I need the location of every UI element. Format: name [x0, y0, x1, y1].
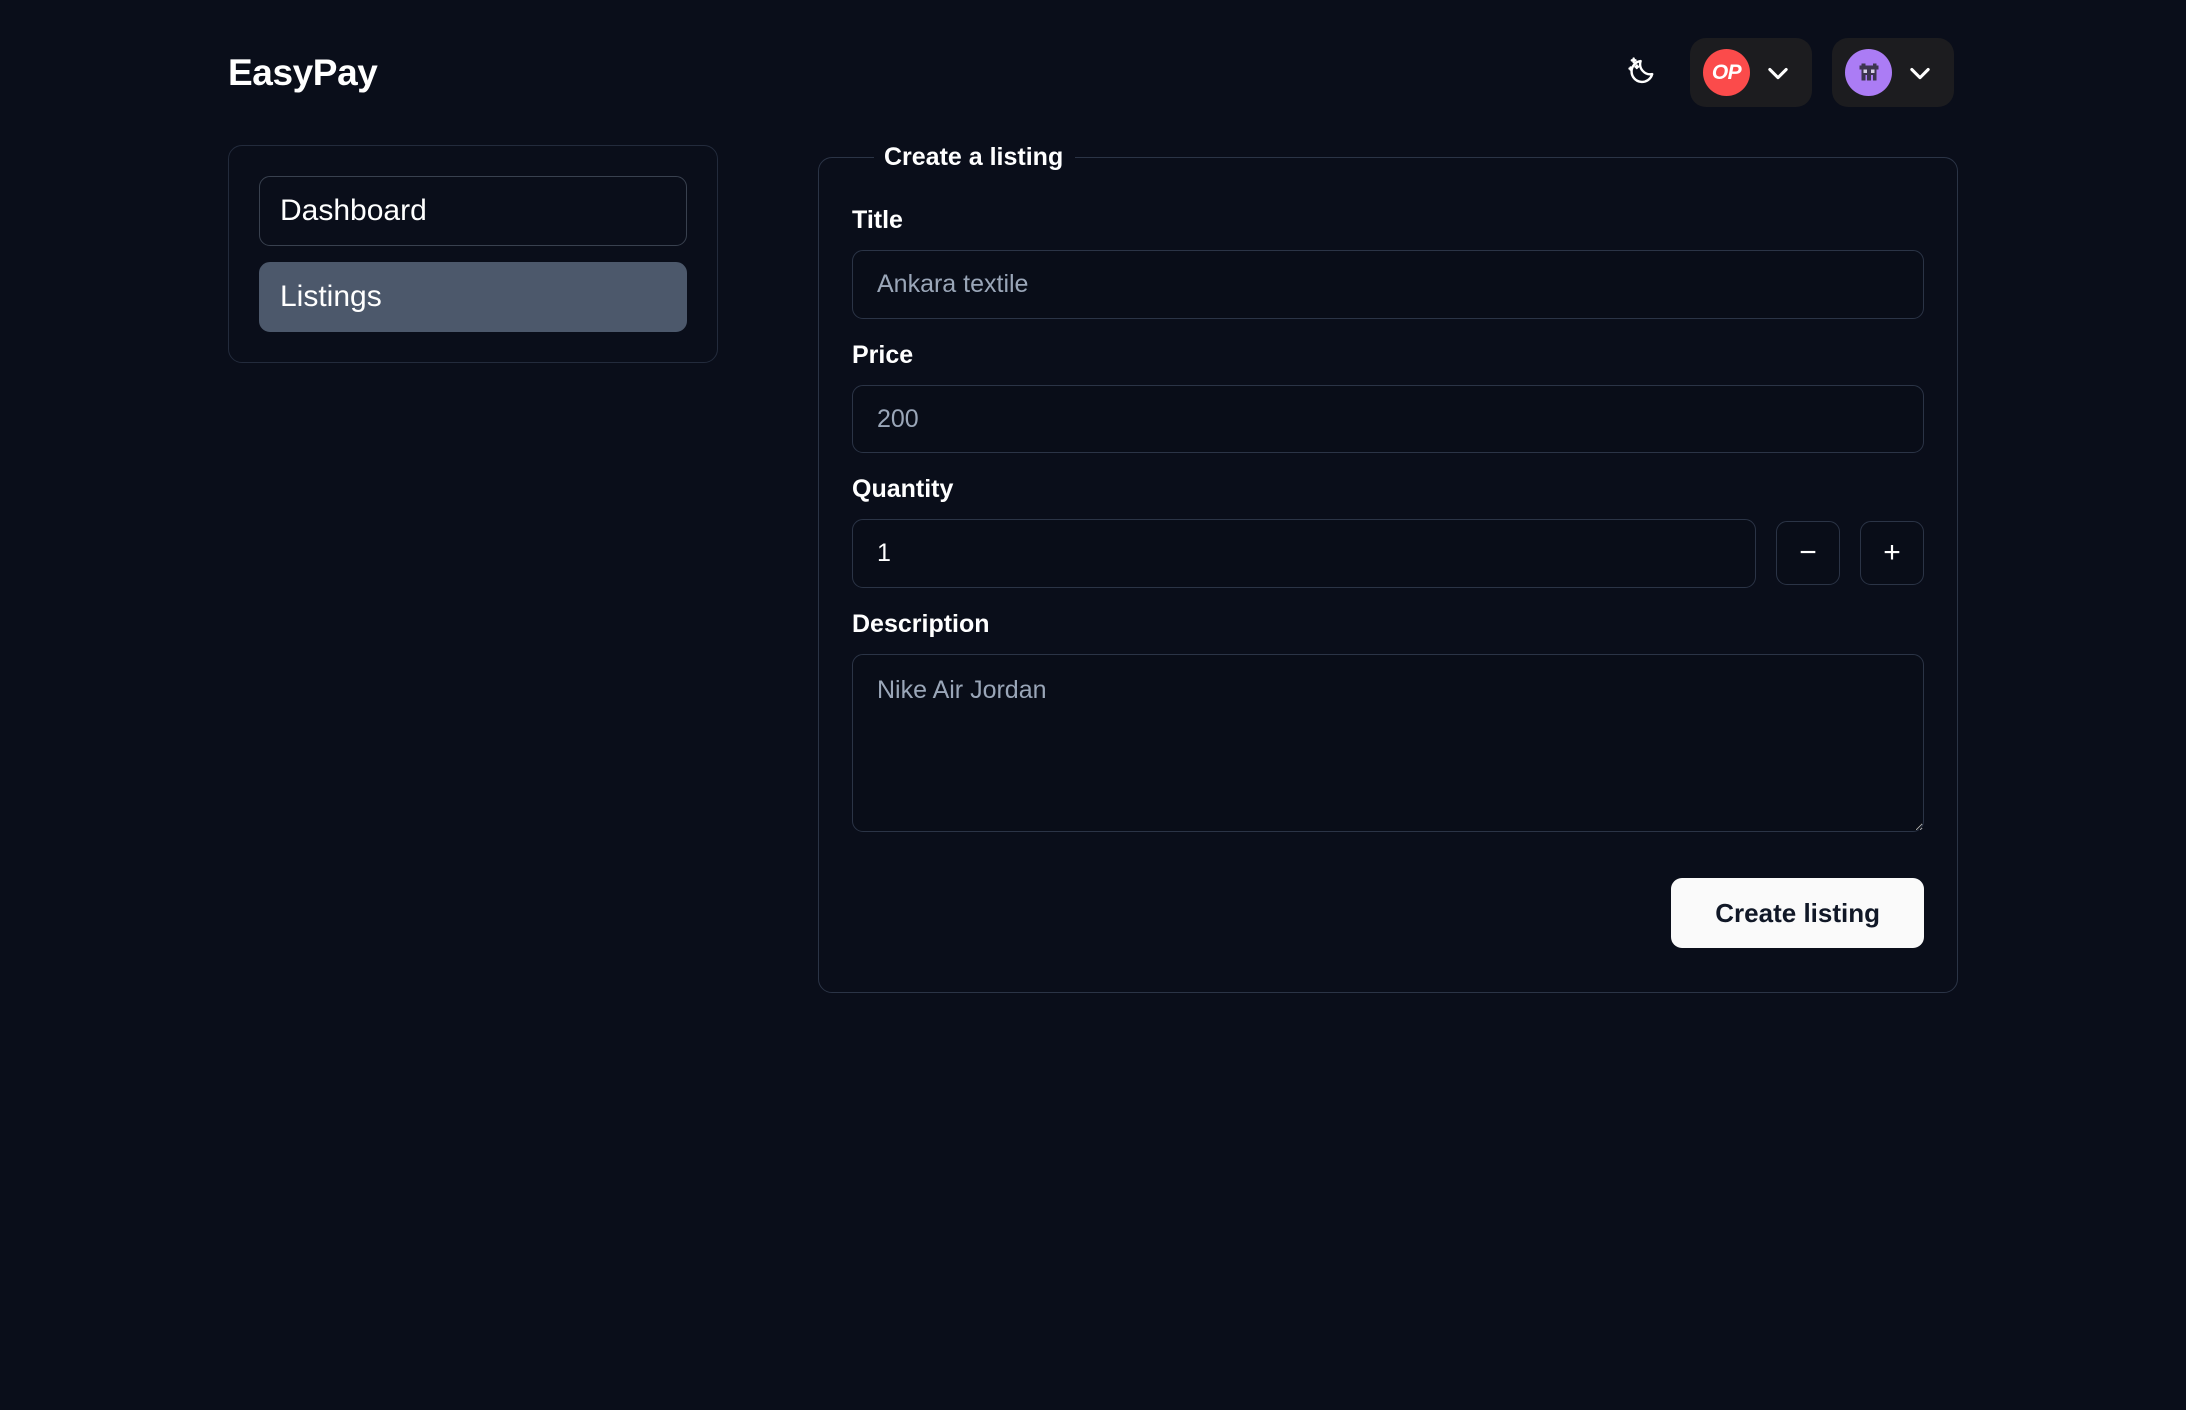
avatar-op: OP	[1703, 49, 1750, 96]
moon-stars-icon	[1626, 54, 1660, 91]
page-content: Dashboard Listings Create a listing Titl…	[0, 145, 2186, 993]
description-label: Description	[852, 609, 990, 638]
sidebar-nav: Dashboard Listings	[228, 145, 718, 363]
create-listing-panel: Create a listing Title Price Quantity − …	[818, 145, 1958, 993]
top-bar: EasyPay OP	[0, 0, 2186, 145]
account-menu-button[interactable]: OP	[1690, 38, 1812, 107]
price-label: Price	[852, 340, 914, 369]
field-price: Price	[852, 340, 1924, 453]
title-input[interactable]	[852, 250, 1924, 319]
profile-menu-button[interactable]	[1832, 38, 1954, 107]
sidebar-item-listings[interactable]: Listings	[259, 262, 687, 332]
title-label: Title	[852, 206, 903, 234]
quantity-decrement-button[interactable]: −	[1776, 521, 1840, 586]
price-input[interactable]	[852, 384, 1924, 453]
quantity-input[interactable]	[852, 519, 1756, 588]
top-bar-actions: OP	[1616, 38, 1954, 107]
create-listing-legend: Create a listing	[884, 143, 1064, 171]
create-listing-fieldset: Create a listing Title Price Quantity − …	[818, 145, 1958, 993]
field-description: Description	[852, 609, 1924, 832]
description-textarea[interactable]	[852, 653, 1924, 832]
theme-toggle-button[interactable]	[1616, 46, 1670, 100]
field-quantity: Quantity − +	[852, 477, 1924, 588]
quantity-label: Quantity	[852, 475, 954, 503]
alien-avatar-icon	[1845, 49, 1892, 96]
field-title: Title	[852, 208, 1924, 319]
sidebar-item-dashboard[interactable]: Dashboard	[259, 176, 687, 246]
brand-logo: EasyPay	[228, 52, 378, 93]
submit-row: Create listing	[852, 877, 1924, 948]
quantity-increment-button[interactable]: +	[1860, 521, 1924, 586]
chevron-down-icon	[1906, 59, 1934, 87]
quantity-stepper: − +	[852, 519, 1924, 588]
create-listing-button[interactable]: Create listing	[1671, 877, 1924, 948]
chevron-down-icon	[1764, 59, 1792, 87]
